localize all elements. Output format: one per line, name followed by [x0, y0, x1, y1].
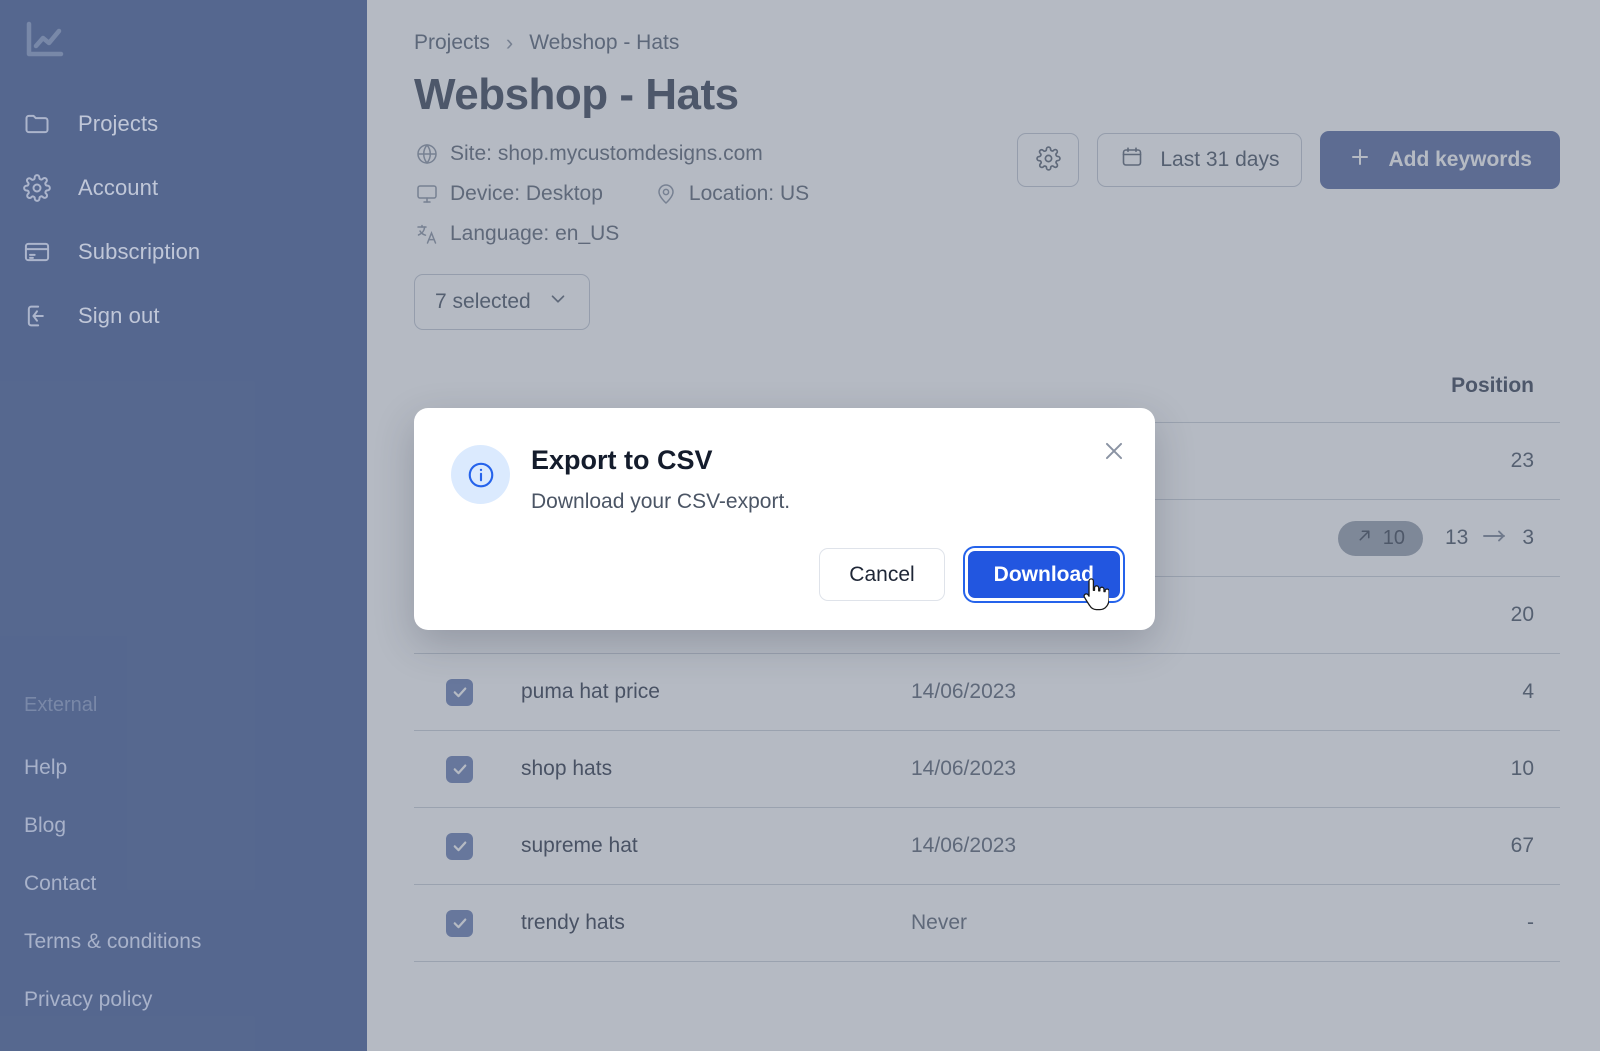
- cancel-button[interactable]: Cancel: [819, 548, 945, 601]
- download-button[interactable]: Download: [967, 551, 1120, 598]
- app-root: Projects Account Subscription Sign out E…: [0, 0, 1600, 1051]
- info-circle-icon: [451, 445, 510, 504]
- download-button-focus-ring: Download: [962, 546, 1125, 603]
- close-icon[interactable]: [1095, 432, 1133, 470]
- dialog-title: Export to CSV: [531, 445, 713, 475]
- dialog-description: Download your CSV-export.: [531, 490, 791, 513]
- modal-scrim-sidebar: [0, 0, 367, 1051]
- dialog-actions: Cancel Download: [819, 546, 1125, 603]
- export-csv-dialog: Export to CSV Download your CSV-export. …: [414, 408, 1155, 630]
